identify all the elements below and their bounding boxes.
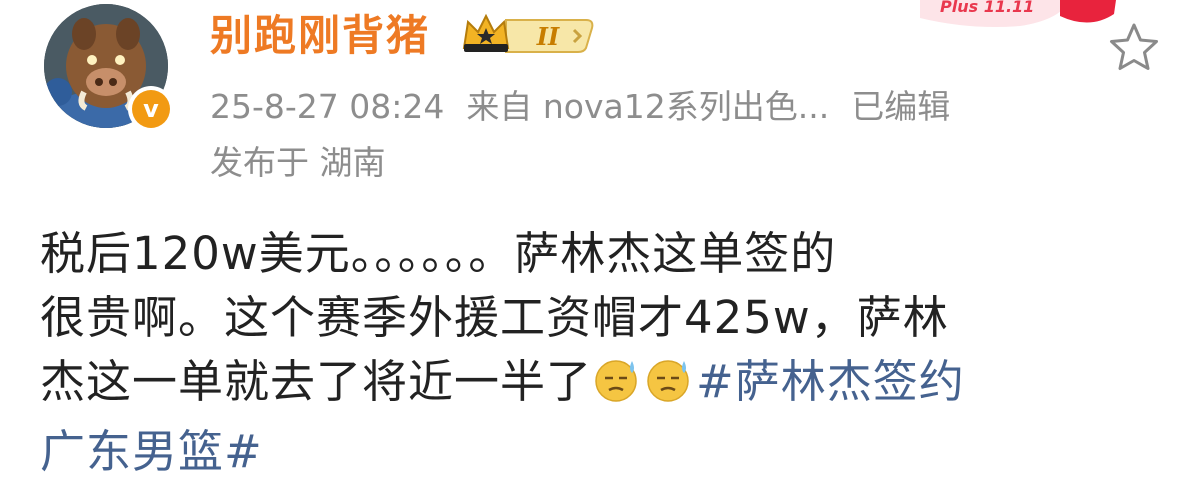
crown-icon: II — [462, 12, 594, 60]
post-source[interactable]: 来自 nova12系列出色... — [466, 87, 829, 126]
post-location: 发布于 湖南 — [210, 143, 386, 182]
promo-sticker[interactable]: Plus 11.11 — [920, 0, 1120, 38]
post-content: 税后120w美元。。。。。。萨林杰这单签的 很贵啊。这个赛季外援工资帽才425w… — [40, 222, 1165, 484]
verified-badge: v — [128, 86, 174, 132]
promo-text: Plus 11.11 — [940, 0, 1034, 16]
topic-link[interactable]: 广东男篮# — [40, 425, 263, 478]
edited-label[interactable]: 已编辑 — [851, 87, 950, 126]
content-text: 杰这一单就去了将近一半了 — [40, 355, 593, 408]
level-badge-label: II — [536, 22, 560, 51]
star-outline-icon[interactable] — [1108, 22, 1160, 76]
username[interactable]: 别跑刚背猪 — [210, 8, 430, 64]
verified-badge-label: v — [132, 90, 170, 128]
post-meta: 25-8-27 08:24 来自 nova12系列出色... 已编辑 — [210, 84, 950, 130]
content-line: 广东男篮# — [40, 420, 1165, 484]
sweat-emoji-icon — [592, 356, 642, 420]
timestamp: 25-8-27 08:24 — [210, 87, 445, 126]
content-line: 杰这一单就去了将近一半了 #萨林杰签约 — [40, 350, 1165, 420]
content-line: 税后120w美元。。。。。。萨林杰这单签的 — [40, 227, 837, 280]
topic-link[interactable]: #萨林杰签约 — [696, 355, 965, 408]
content-line: 很贵啊。这个赛季外援工资帽才425w，萨林 — [40, 291, 949, 344]
sweat-emoji-icon — [644, 356, 694, 420]
